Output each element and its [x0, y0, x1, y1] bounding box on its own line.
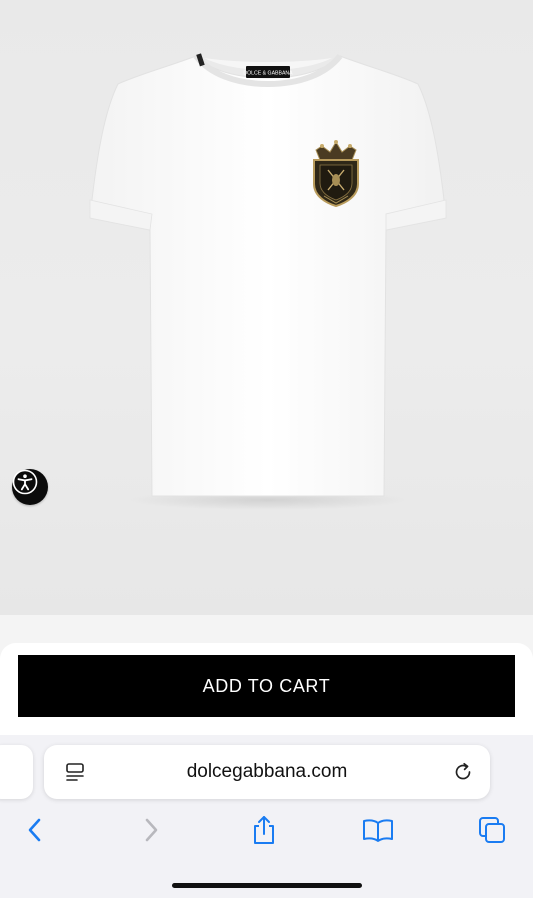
book-icon: [363, 819, 393, 842]
address-bar[interactable]: dolcegabbana.com: [44, 745, 490, 799]
bookmarks-button[interactable]: [360, 812, 396, 848]
back-button[interactable]: [17, 812, 53, 848]
previous-tab-preview[interactable]: [0, 745, 33, 799]
crest-patch: [313, 140, 359, 208]
forward-button[interactable]: [133, 812, 169, 848]
tabs-button[interactable]: [474, 812, 510, 848]
share-button[interactable]: [246, 812, 282, 848]
neck-label: DOLCE & GABBANA: [243, 71, 293, 77]
product-image[interactable]: DOLCE & GABBANA: [0, 0, 533, 615]
url-text[interactable]: dolcegabbana.com: [44, 745, 490, 799]
home-indicator: [172, 883, 362, 888]
reload-icon[interactable]: [452, 761, 474, 783]
chevron-right-icon: [145, 818, 158, 842]
share-icon: [254, 816, 274, 844]
chevron-left-icon: [28, 818, 41, 842]
tabs-icon: [479, 817, 505, 843]
add-to-cart-button[interactable]: ADD TO CART: [18, 655, 515, 717]
accessibility-icon: [12, 469, 38, 495]
tshirt-illustration: DOLCE & GABBANA: [89, 53, 447, 510]
accessibility-button[interactable]: [12, 469, 48, 505]
